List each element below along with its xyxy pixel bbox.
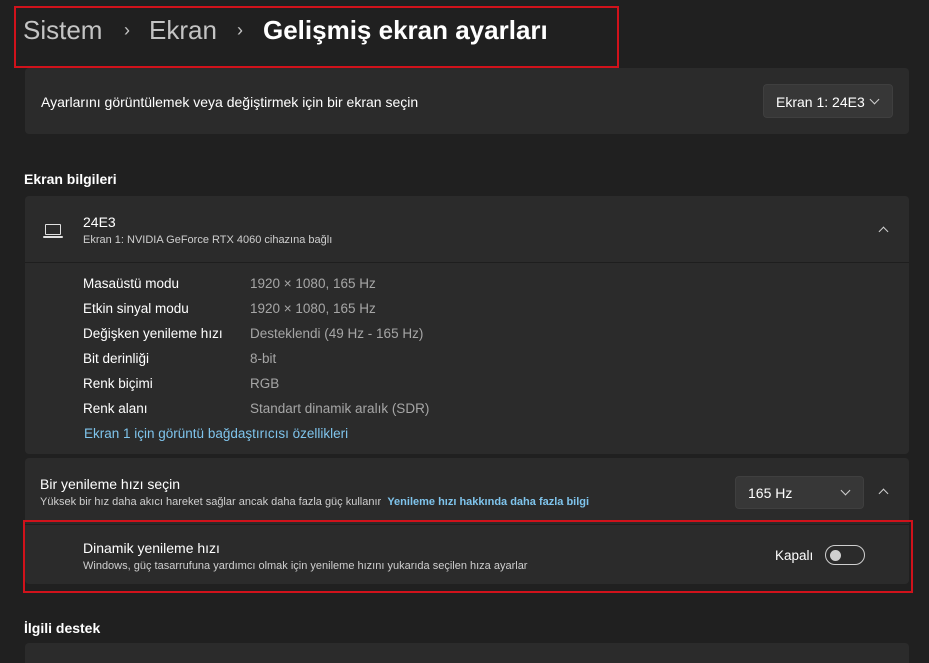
property-key: Değişken yenileme hızı xyxy=(83,326,223,341)
display-select-label: Ayarlarını görüntülemek veya değiştirmek… xyxy=(41,94,419,110)
display-select-dropdown[interactable]: Ekran 1: 24E3 xyxy=(763,84,893,118)
collapse-refresh-rate-button[interactable] xyxy=(869,477,899,507)
property-key: Etkin sinyal modu xyxy=(83,301,189,316)
refresh-rate-description: Yüksek bir hız daha akıcı hareket sağlar… xyxy=(40,496,589,508)
collapse-display-info-button[interactable] xyxy=(869,215,899,245)
chevron-down-icon xyxy=(840,485,851,496)
refresh-rate-title: Bir yenileme hızı seçin xyxy=(40,476,181,492)
toggle-knob xyxy=(830,549,841,561)
dynamic-refresh-toggle[interactable] xyxy=(825,545,865,565)
property-value: 1920 × 1080, 165 Hz xyxy=(250,276,376,291)
property-key: Renk biçimi xyxy=(83,376,153,391)
chevron-up-icon xyxy=(878,488,889,499)
property-key: Bit derinliği xyxy=(83,351,150,366)
laptop-icon xyxy=(43,224,63,238)
breadcrumb-item-ekran[interactable]: Ekran xyxy=(149,14,217,46)
breadcrumb-separator-icon: › xyxy=(237,20,243,40)
page-title: Gelişmiş ekran ayarları xyxy=(263,15,548,45)
refresh-rate-description-text: Yüksek bir hız daha akıcı hareket sağlar… xyxy=(40,496,382,508)
monitor-name: 24E3 xyxy=(83,214,116,230)
display-select-value: Ekran 1: 24E3 xyxy=(776,94,865,110)
property-key: Masaüstü modu xyxy=(83,276,180,291)
property-value: Desteklendi (49 Hz - 165 Hz) xyxy=(250,326,424,341)
refresh-rate-value: 165 Hz xyxy=(748,485,793,501)
display-info-card: 24E3 Ekran 1: NVIDIA GeForce RTX 4060 ci… xyxy=(25,196,909,454)
refresh-rate-dropdown[interactable]: 165 Hz xyxy=(735,476,864,509)
adapter-properties-link[interactable]: Ekran 1 için görüntü bağdaştırıcısı özel… xyxy=(84,426,348,441)
property-value: Standart dinamik aralık (SDR) xyxy=(250,401,430,416)
refresh-rate-learn-more-link[interactable]: Yenileme hızı hakkında daha fazla bilgi xyxy=(387,496,589,508)
monitor-description: Ekran 1: NVIDIA GeForce RTX 4060 cihazın… xyxy=(83,234,333,246)
dynamic-refresh-state-label: Kapalı xyxy=(775,548,814,563)
related-support-card[interactable] xyxy=(25,643,909,663)
display-select-card: Ayarlarını görüntülemek veya değiştirmek… xyxy=(25,68,909,134)
property-key: Renk alanı xyxy=(83,401,148,416)
property-value: 8-bit xyxy=(250,351,277,366)
property-value: 1920 × 1080, 165 Hz xyxy=(250,301,376,316)
display-info-heading: Ekran bilgileri xyxy=(24,171,117,187)
dynamic-refresh-title: Dinamik yenileme hızı xyxy=(83,540,220,556)
property-value: RGB xyxy=(250,376,280,391)
chevron-up-icon xyxy=(878,226,889,237)
display-info-header[interactable]: 24E3 Ekran 1: NVIDIA GeForce RTX 4060 ci… xyxy=(25,196,909,263)
chevron-down-icon xyxy=(869,94,880,105)
breadcrumb-separator-icon: › xyxy=(124,20,130,40)
breadcrumb-item-sistem[interactable]: Sistem xyxy=(23,14,102,46)
dynamic-refresh-description: Windows, güç tasarrufuna yardımcı olmak … xyxy=(83,560,528,572)
related-support-heading: İlgili destek xyxy=(24,620,101,636)
